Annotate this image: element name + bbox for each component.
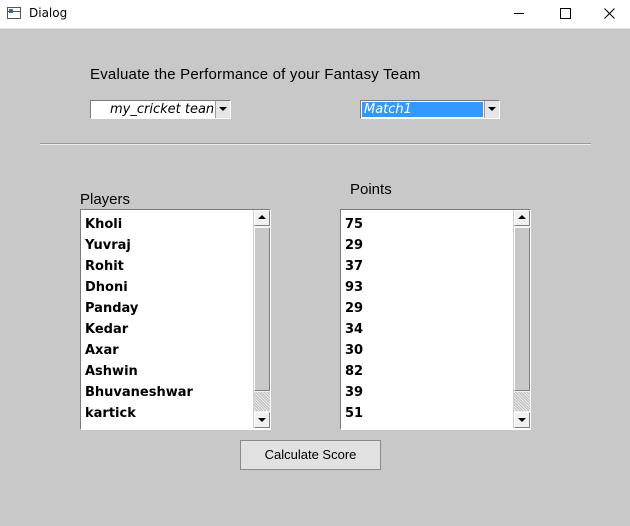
window-title: Dialog [29, 6, 68, 20]
players-list[interactable]: Kholi Yuvraj Rohit Dhoni Panday Kedar Axar Ashw… [80, 209, 271, 430]
team-dropdown-value: my_cricket tean [110, 102, 215, 117]
match-dropdown-value: Match1 [362, 102, 483, 117]
points-scrollbar[interactable] [513, 210, 530, 428]
list-item[interactable]: kartick [85, 403, 193, 424]
list-item[interactable]: Panday [85, 298, 193, 319]
list-item[interactable]: 30 [345, 340, 363, 361]
scroll-track[interactable] [254, 392, 270, 411]
chevron-down-icon[interactable] [484, 101, 499, 118]
scroll-track[interactable] [514, 392, 530, 411]
scroll-down-icon[interactable] [514, 412, 530, 428]
points-list[interactable]: 75 29 37 93 29 34 30 82 39 51 [340, 209, 531, 430]
list-item[interactable]: 75 [345, 214, 363, 235]
players-scrollbar[interactable] [253, 210, 270, 428]
list-item[interactable]: 93 [345, 277, 363, 298]
chevron-down-icon[interactable] [215, 101, 230, 118]
list-item[interactable]: Axar [85, 340, 193, 361]
list-item[interactable]: 82 [345, 361, 363, 382]
list-item[interactable]: Ashwin [85, 361, 193, 382]
match-dropdown[interactable]: Match1 [360, 100, 500, 119]
maximize-button[interactable] [542, 0, 588, 28]
title-bar: Dialog [0, 0, 630, 29]
players-label: Players [80, 191, 131, 208]
list-item[interactable]: Dhoni [85, 277, 193, 298]
list-item[interactable]: Kedar [85, 319, 193, 340]
scroll-thumb[interactable] [514, 227, 530, 391]
divider [40, 143, 591, 145]
list-item[interactable]: 29 [345, 298, 363, 319]
list-item[interactable]: 39 [345, 382, 363, 403]
close-icon [604, 8, 615, 19]
points-label: Points [350, 181, 392, 198]
list-item[interactable]: 29 [345, 235, 363, 256]
close-button[interactable] [588, 0, 630, 28]
calculate-score-button[interactable]: Calculate Score [240, 440, 381, 470]
list-item[interactable]: Yuvraj [85, 235, 193, 256]
list-item[interactable]: Bhuvaneshwar [85, 382, 193, 403]
minimize-button[interactable] [496, 0, 542, 28]
list-item[interactable]: 51 [345, 403, 363, 424]
points-items: 75 29 37 93 29 34 30 82 39 51 [345, 214, 363, 424]
scroll-up-icon[interactable] [514, 210, 530, 226]
scroll-down-icon[interactable] [254, 412, 270, 428]
list-item[interactable]: Rohit [85, 256, 193, 277]
scroll-thumb[interactable] [254, 227, 270, 391]
list-item[interactable]: 34 [345, 319, 363, 340]
team-dropdown[interactable]: my_cricket tean [90, 100, 231, 119]
list-item[interactable]: Kholi [85, 214, 193, 235]
players-items: Kholi Yuvraj Rohit Dhoni Panday Kedar Axar Ashw… [85, 214, 193, 424]
list-item[interactable]: 37 [345, 256, 363, 277]
scroll-up-icon[interactable] [254, 210, 270, 226]
app-window-icon [7, 7, 21, 19]
page-heading: Evaluate the Performance of your Fantasy… [90, 66, 421, 83]
